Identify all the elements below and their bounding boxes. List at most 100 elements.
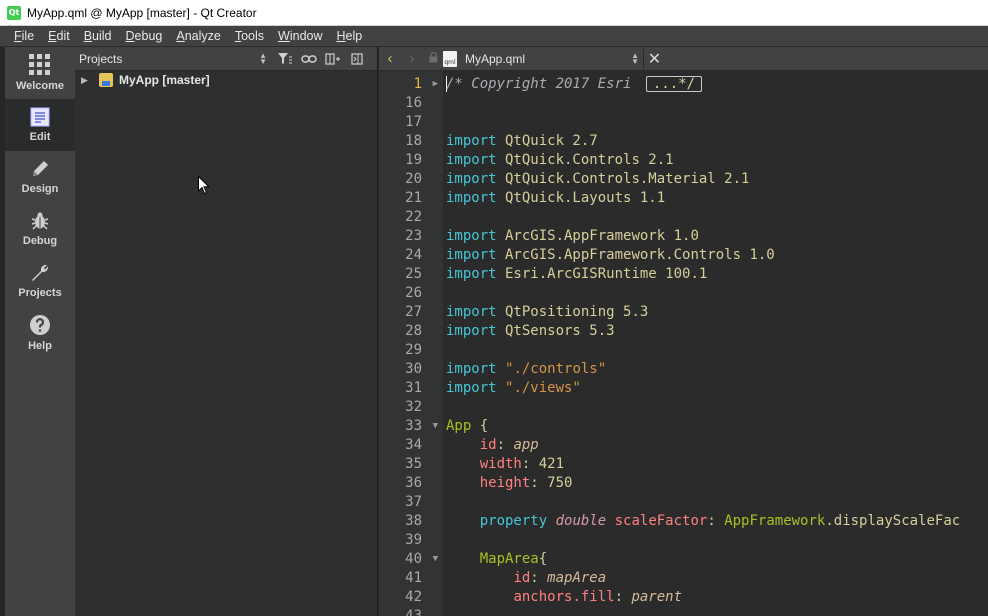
- line-number: 25: [405, 266, 422, 282]
- go-back-icon[interactable]: ‹: [379, 50, 401, 67]
- code-token: : 421: [521, 456, 565, 472]
- folded-comment-marker[interactable]: ...*/: [645, 76, 703, 92]
- menu-debug[interactable]: Debug: [119, 26, 170, 47]
- code-token: :: [707, 513, 725, 529]
- code-line: import "./views": [443, 379, 988, 398]
- line-number: 34: [405, 437, 422, 453]
- code-line: MapArea{: [443, 550, 988, 569]
- menu-window[interactable]: Window: [271, 26, 329, 47]
- code-token: height: [479, 475, 531, 491]
- line-number: 36: [405, 475, 422, 491]
- code-token: ArcGIS.AppFramework.Controls 1.0: [496, 247, 775, 263]
- expand-arrow-icon[interactable]: ▶: [81, 75, 95, 86]
- mode-design[interactable]: Design: [5, 151, 75, 203]
- code-token: Esri.ArcGISRuntime 100.1: [496, 266, 708, 282]
- menu-tools[interactable]: Tools: [228, 26, 271, 47]
- pencil-icon: [30, 159, 50, 179]
- mode-welcome[interactable]: Welcome: [5, 47, 75, 99]
- tree-item-project[interactable]: ▶ MyApp [master]: [75, 71, 377, 89]
- code-line: import ArcGIS.AppFramework.Controls 1.0: [443, 246, 988, 265]
- projects-view-selector[interactable]: Projects ▲ ▼: [75, 51, 273, 66]
- code-token: import: [446, 133, 497, 149]
- code-line: height: 750: [443, 474, 988, 493]
- window-title: MyApp.qml @ MyApp [master] - Qt Creator: [27, 5, 257, 20]
- code-token: : 750: [530, 475, 573, 491]
- code-line: import QtQuick 2.7: [443, 132, 988, 151]
- fold-collapse-icon[interactable]: ▼: [433, 550, 438, 569]
- qt-creator-app-icon: Qt: [7, 5, 21, 20]
- code-line: App {: [443, 417, 988, 436]
- code-line: import QtQuick.Layouts 1.1: [443, 189, 988, 208]
- open-documents-selector[interactable]: MyApp.qml ▲ ▼: [465, 51, 643, 66]
- mode-projects[interactable]: Projects: [5, 255, 75, 307]
- code-line: import Esri.ArcGISRuntime 100.1: [443, 265, 988, 284]
- fold-expand-icon[interactable]: ▶: [433, 75, 438, 94]
- fold-collapse-icon[interactable]: ▼: [433, 417, 438, 436]
- line-number-gutter: 1 ▶ 16 17 18 19 20 21 22 23 24 25 26 27 28 29 30 31 32 33 ▼ 3…: [379, 71, 443, 616]
- question-icon: [29, 314, 51, 336]
- line-number: 26: [405, 285, 422, 301]
- line-number: 35: [405, 456, 422, 472]
- mode-label: Projects: [18, 287, 62, 299]
- mode-help[interactable]: Help: [5, 307, 75, 359]
- code-text-area[interactable]: /* Copyright 2017 Esri ...*/ import QtQui…: [443, 71, 988, 616]
- mode-label: Design: [21, 183, 59, 195]
- code-line: id: app: [443, 436, 988, 455]
- code-token: import: [446, 266, 497, 282]
- title-bar: Qt MyApp.qml @ MyApp [master] - Qt Creat…: [0, 0, 988, 26]
- code-line: import QtQuick.Controls 2.1: [443, 151, 988, 170]
- line-number: 29: [405, 342, 422, 358]
- qml-file-icon: [443, 50, 457, 67]
- code-token: QtPositioning 5.3: [496, 304, 649, 320]
- code-token: import: [446, 152, 497, 168]
- line-number: 19: [405, 152, 422, 168]
- menu-build[interactable]: Build: [77, 26, 119, 47]
- line-number: 17: [405, 114, 422, 130]
- line-number: 18: [405, 133, 422, 149]
- line-number: 41: [405, 570, 422, 586]
- code-token: scaleFactor: [614, 513, 708, 529]
- mode-debug[interactable]: Debug: [5, 203, 75, 255]
- menu-help[interactable]: Help: [330, 26, 370, 47]
- mode-label: Debug: [22, 235, 58, 247]
- link-icon[interactable]: [297, 47, 321, 71]
- project-tree: ▶ MyApp [master]: [75, 71, 377, 89]
- code-token: QtQuick.Controls.Material 2.1: [496, 171, 750, 187]
- code-token: import: [446, 323, 497, 339]
- lock-icon: [423, 51, 443, 66]
- go-forward-icon[interactable]: ›: [401, 50, 423, 67]
- code-token: {: [471, 418, 489, 434]
- code-token: property: [479, 513, 548, 529]
- code-token: {: [538, 551, 548, 567]
- qml-project-icon: [99, 73, 113, 87]
- code-line: import "./controls": [443, 360, 988, 379]
- projects-pane: Projects ▲ ▼ ▶ MyApp [master]: [75, 47, 378, 616]
- split-icon[interactable]: [321, 47, 345, 71]
- menu-edit[interactable]: Edit: [41, 26, 77, 47]
- line-number: 16: [405, 95, 422, 111]
- mode-edit[interactable]: Edit: [5, 99, 75, 151]
- code-token: anchors.fill: [513, 589, 615, 605]
- mouse-cursor-icon: [198, 176, 210, 195]
- line-number: 39: [405, 532, 422, 548]
- line-number: 40 ▼: [405, 550, 438, 569]
- close-document-icon[interactable]: ✕: [643, 48, 665, 69]
- code-token: QtQuick.Layouts 1.1: [496, 190, 666, 206]
- code-editor: ‹ › MyApp.qml ▲▼ ✕ 1▶16 17 18 19 20 21 22 23 24 2…: [379, 47, 988, 616]
- code-token: :: [530, 570, 548, 586]
- code-token: "./views": [505, 380, 581, 396]
- filter-icon[interactable]: [273, 47, 297, 71]
- menu-file[interactable]: File: [8, 26, 41, 47]
- line-number: 27: [405, 304, 422, 320]
- projects-toolbar: Projects ▲ ▼: [75, 47, 377, 71]
- line-number: 42: [405, 589, 422, 605]
- menu-analyze[interactable]: Analyze: [169, 26, 227, 47]
- close-sidebar-icon[interactable]: [345, 47, 369, 71]
